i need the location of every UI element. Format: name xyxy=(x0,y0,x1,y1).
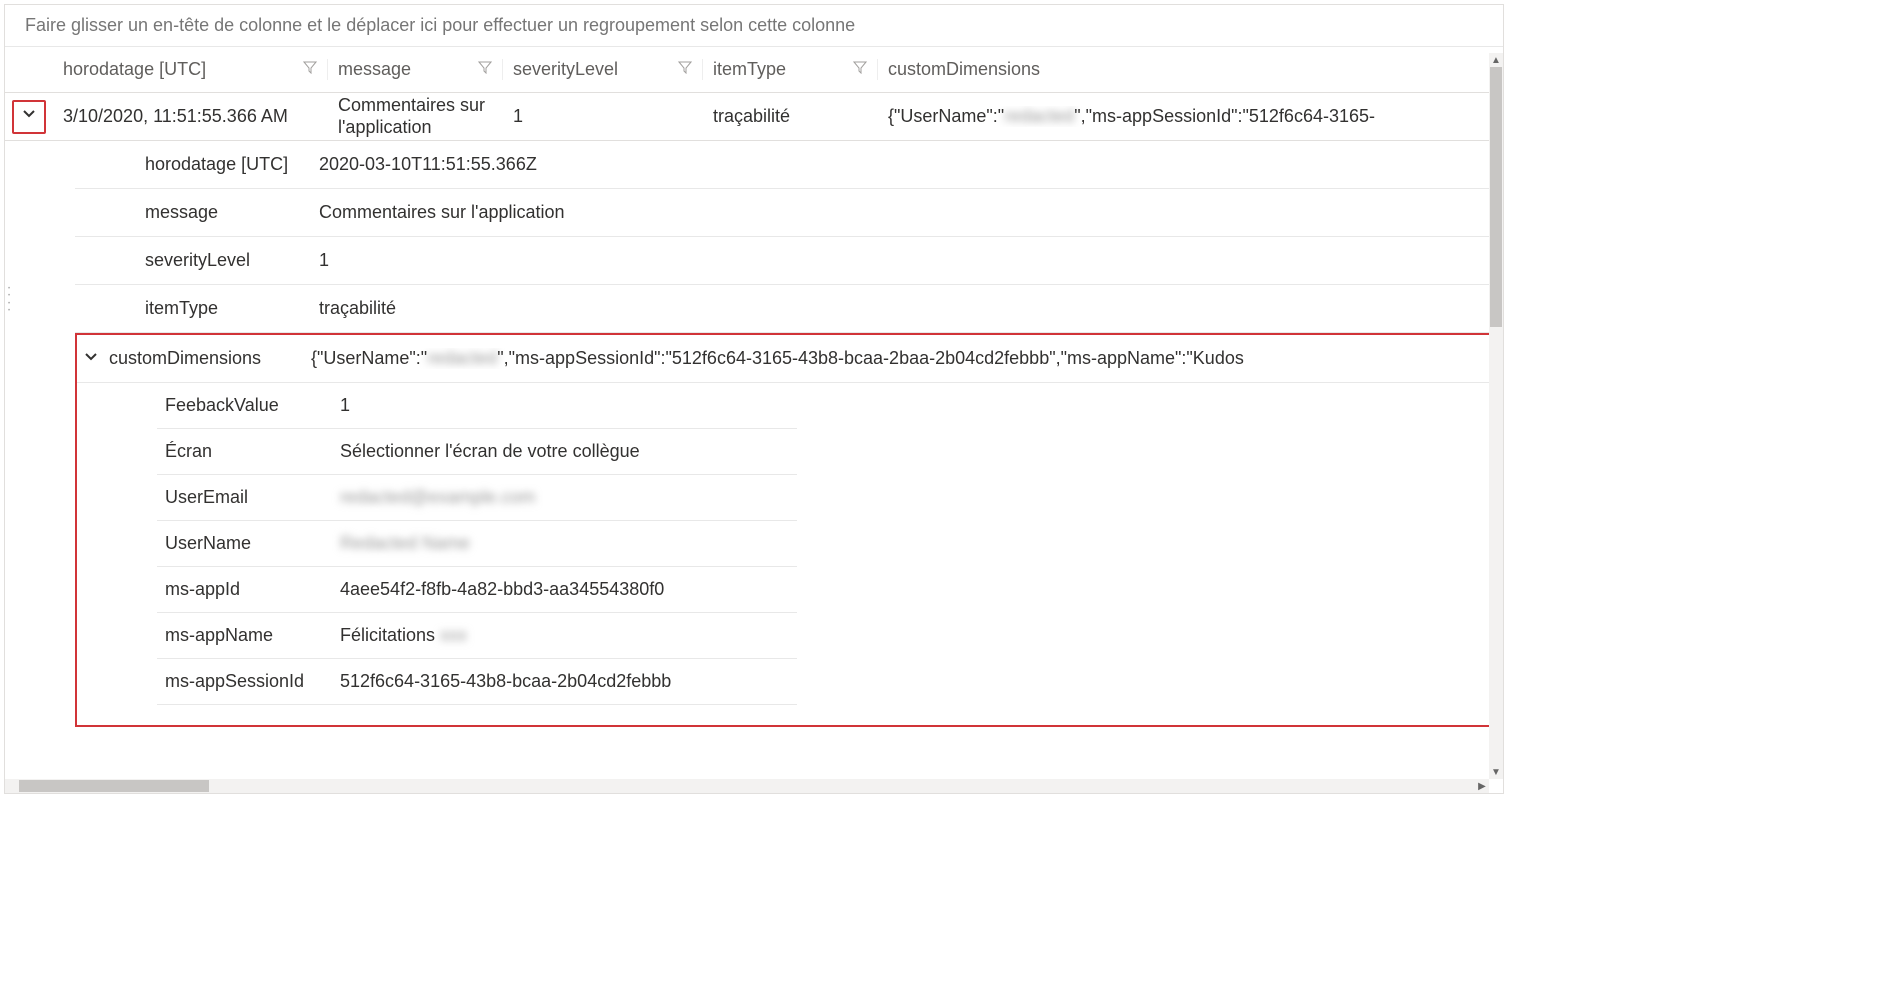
detail-key: severityLevel xyxy=(75,250,313,271)
detail-row: message Commentaires sur l'application xyxy=(75,189,1503,237)
log-grid-container: Faire glisser un en-tête de colonne et l… xyxy=(4,4,1504,794)
customdimension-key: ms-appSessionId xyxy=(157,671,332,692)
customdimension-key: UserName xyxy=(157,533,332,554)
customdimension-row: FeebackValue1 xyxy=(157,383,797,429)
customdimension-value: Félicitations xxx xyxy=(332,625,797,646)
customdimension-row: UserEmailredacted@example.com xyxy=(157,475,797,521)
scroll-down-icon[interactable]: ▼ xyxy=(1489,765,1503,779)
customdimension-key: UserEmail xyxy=(157,487,332,508)
detail-key: itemType xyxy=(75,298,313,319)
scrollbar-thumb[interactable] xyxy=(19,780,209,792)
customdimension-value: 4aee54f2-f8fb-4a82-bbd3-aa34554380f0 xyxy=(332,579,797,600)
vertical-scrollbar[interactable]: ▲ ▼ xyxy=(1489,53,1503,779)
detail-value: traçabilité xyxy=(313,298,1503,319)
cell-customdimensions: {"UserName":"redacted","ms-appSessionId"… xyxy=(878,106,1503,127)
detail-value: Commentaires sur l'application xyxy=(313,202,1503,223)
detail-row: severityLevel 1 xyxy=(75,237,1503,285)
column-label: severityLevel xyxy=(513,59,618,80)
filter-icon[interactable] xyxy=(303,60,317,79)
customdimension-row: ms-appNameFélicitations xxx xyxy=(157,613,797,659)
customdimension-value: Sélectionner l'écran de votre collègue xyxy=(332,441,797,462)
cell-message: Commentaires sur l'application xyxy=(328,95,503,138)
detail-value: {"UserName":"redacted","ms-appSessionId"… xyxy=(305,348,1491,369)
cell-itemtype: traçabilité xyxy=(703,106,878,127)
filter-icon[interactable] xyxy=(853,60,867,79)
customdimension-row: ms-appId4aee54f2-f8fb-4a82-bbd3-aa345543… xyxy=(157,567,797,613)
row-detail-panel: horodatage [UTC] 2020-03-10T11:51:55.366… xyxy=(5,141,1503,333)
customdimension-key: ms-appId xyxy=(157,579,332,600)
detail-value: 1 xyxy=(313,250,1503,271)
detail-row: horodatage [UTC] 2020-03-10T11:51:55.366… xyxy=(75,141,1503,189)
group-by-hint[interactable]: Faire glisser un en-tête de colonne et l… xyxy=(5,5,1503,47)
column-header-timestamp[interactable]: horodatage [UTC] xyxy=(53,59,328,80)
customdimension-row: ÉcranSélectionner l'écran de votre collè… xyxy=(157,429,797,475)
chevron-down-icon xyxy=(22,107,36,126)
customdimension-value: 512f6c64-3165-43b8-bcaa-2b04cd2febbb xyxy=(332,671,797,692)
column-header-message[interactable]: message xyxy=(328,59,503,80)
scrollbar-thumb[interactable] xyxy=(1490,67,1502,327)
detail-key: horodatage [UTC] xyxy=(75,154,313,175)
cell-severity: 1 xyxy=(503,106,703,127)
customdimension-value: Redacted Name xyxy=(332,533,797,554)
column-header-row: horodatage [UTC] message severityLevel i… xyxy=(5,47,1503,93)
cell-timestamp: 3/10/2020, 11:51:55.366 AM xyxy=(53,106,328,127)
table-row[interactable]: 3/10/2020, 11:51:55.366 AM Commentaires … xyxy=(5,93,1503,141)
detail-key: message xyxy=(75,202,313,223)
column-label: customDimensions xyxy=(888,59,1040,79)
detail-row: itemType traçabilité xyxy=(75,285,1503,333)
customdimension-key: FeebackValue xyxy=(157,395,332,416)
scroll-up-icon[interactable]: ▲ xyxy=(1489,53,1503,67)
horizontal-scrollbar[interactable]: ▶ xyxy=(5,779,1489,793)
detail-key: customDimensions xyxy=(105,348,305,369)
column-header-customdimensions[interactable]: customDimensions xyxy=(878,59,1503,80)
customdimension-row: UserNameRedacted Name xyxy=(157,521,797,567)
filter-icon[interactable] xyxy=(478,60,492,79)
expand-row-toggle[interactable] xyxy=(12,100,46,134)
column-label: itemType xyxy=(713,59,786,80)
customdimension-key: Écran xyxy=(157,441,332,462)
customdimension-value: 1 xyxy=(332,395,797,416)
customdimensions-list: FeebackValue1ÉcranSélectionner l'écran d… xyxy=(77,383,797,705)
resize-handle-icon[interactable]: •••• xyxy=(5,285,13,315)
detail-value: 2020-03-10T11:51:55.366Z xyxy=(313,154,1503,175)
filter-icon[interactable] xyxy=(678,60,692,79)
detail-row-customdimensions[interactable]: customDimensions {"UserName":"redacted",… xyxy=(77,335,1491,383)
column-header-itemtype[interactable]: itemType xyxy=(703,59,878,80)
column-header-severity[interactable]: severityLevel xyxy=(503,59,703,80)
customdimension-row: ms-appSessionId512f6c64-3165-43b8-bcaa-2… xyxy=(157,659,797,705)
scroll-right-icon[interactable]: ▶ xyxy=(1475,779,1489,793)
customdimension-value: redacted@example.com xyxy=(332,487,797,508)
chevron-down-icon[interactable] xyxy=(77,348,105,369)
customdimensions-highlight: customDimensions {"UserName":"redacted",… xyxy=(75,333,1493,727)
column-label: horodatage [UTC] xyxy=(63,59,206,80)
customdimension-key: ms-appName xyxy=(157,625,332,646)
column-label: message xyxy=(338,59,411,80)
